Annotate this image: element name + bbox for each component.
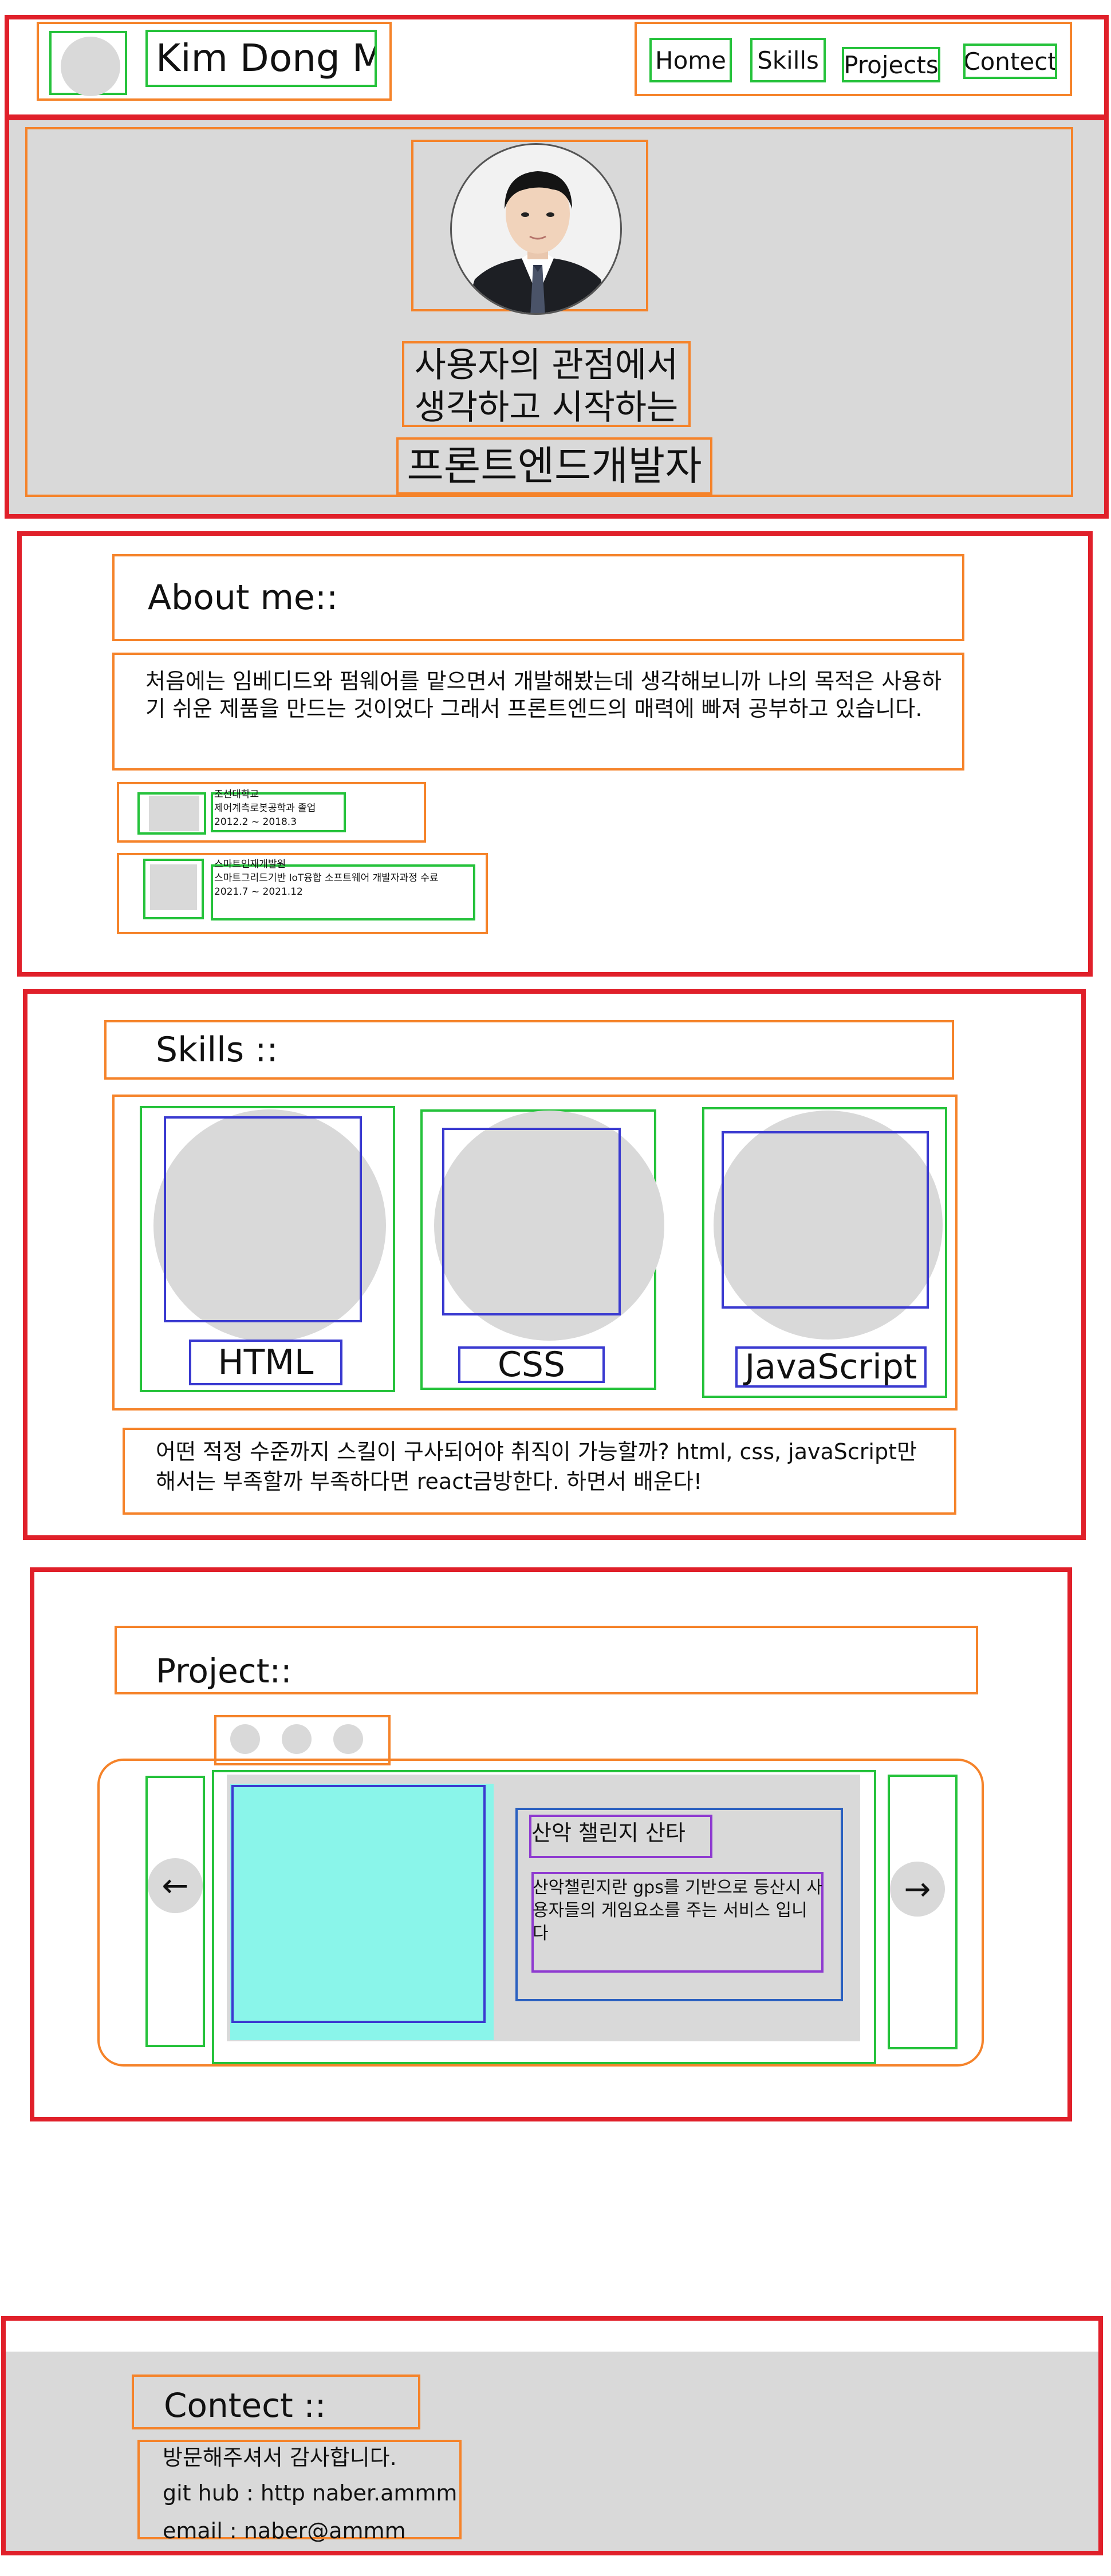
skill-label-html: HTML [189, 1340, 342, 1385]
skills-title: Skills :: [104, 1020, 954, 1080]
site-name: Kim Dong Min [145, 30, 377, 87]
history-logo-1 [149, 796, 199, 831]
carousel-dot-1[interactable] [230, 1724, 260, 1754]
nav-projects[interactable]: Projects [842, 47, 940, 82]
contact-email[interactable]: email : naber@ammm [163, 2516, 460, 2542]
skills-description: 어떤 적정 수준까지 스킬이 구사되어야 취직이 가능할까? html, css… [156, 1439, 917, 1494]
carousel-prev-button[interactable]: ← [148, 1858, 203, 1913]
project-card-desc: 산악챌린지란 gps를 기반으로 등산시 사용자들의 게임요소를 주는 서비스 … [533, 1878, 822, 1943]
history-period-2: 2021.7 ~ 2021.12 [214, 886, 303, 898]
skill-logo-frame-html [164, 1116, 362, 1322]
history-detail-1: 제어계측로봇공학과 졸업 [214, 803, 316, 814]
nav-contect[interactable]: Contect [963, 44, 1057, 79]
history-org-2: 스마트인재개발원 [214, 859, 286, 870]
hero-line-1: 사용자의 관점에서 [414, 347, 679, 384]
history-org-1: 조선대학교 [214, 789, 259, 800]
history-logo-2 [150, 864, 197, 910]
avatar [61, 37, 120, 96]
history-period-1: 2012.2 ~ 2018.3 [214, 816, 297, 828]
nav-skills[interactable]: Skills [750, 38, 826, 82]
history-detail-2: 스마트그리드기반 IoT융합 소프트웨어 개발자과정 수료 [214, 872, 439, 884]
project-image-frame [231, 1785, 486, 2023]
skill-label-javascript: JavaScript [735, 1346, 927, 1388]
carousel-dot-3[interactable] [333, 1724, 363, 1754]
contact-thanks: 방문해주셔서 감사합니다. [163, 2445, 397, 2470]
carousel-dot-2[interactable] [282, 1724, 312, 1754]
project-card-title: 산악 챌린지 산타 [529, 1815, 712, 1858]
carousel-next-button[interactable]: → [890, 1862, 945, 1917]
nav-home[interactable]: Home [649, 38, 732, 82]
project-title: Project:: [115, 1626, 978, 1694]
profile-photo [450, 143, 622, 315]
hero-line-2: 생각하고 시작하는 [414, 389, 679, 426]
about-description: 처음에는 임베디드와 펌웨어를 맡으면서 개발해봤는데 생각해보니까 나의 목적… [145, 669, 942, 721]
about-title: About me:: [112, 554, 964, 641]
hero-headline: 프론트엔드개발자 [396, 437, 712, 495]
skill-logo-frame-css [442, 1128, 621, 1315]
skill-label-css: CSS [458, 1346, 605, 1383]
skill-logo-frame-javascript [722, 1131, 929, 1309]
contact-title: Contect :: [132, 2374, 420, 2429]
contact-github[interactable]: git hub : http naber.ammm [163, 2479, 460, 2507]
